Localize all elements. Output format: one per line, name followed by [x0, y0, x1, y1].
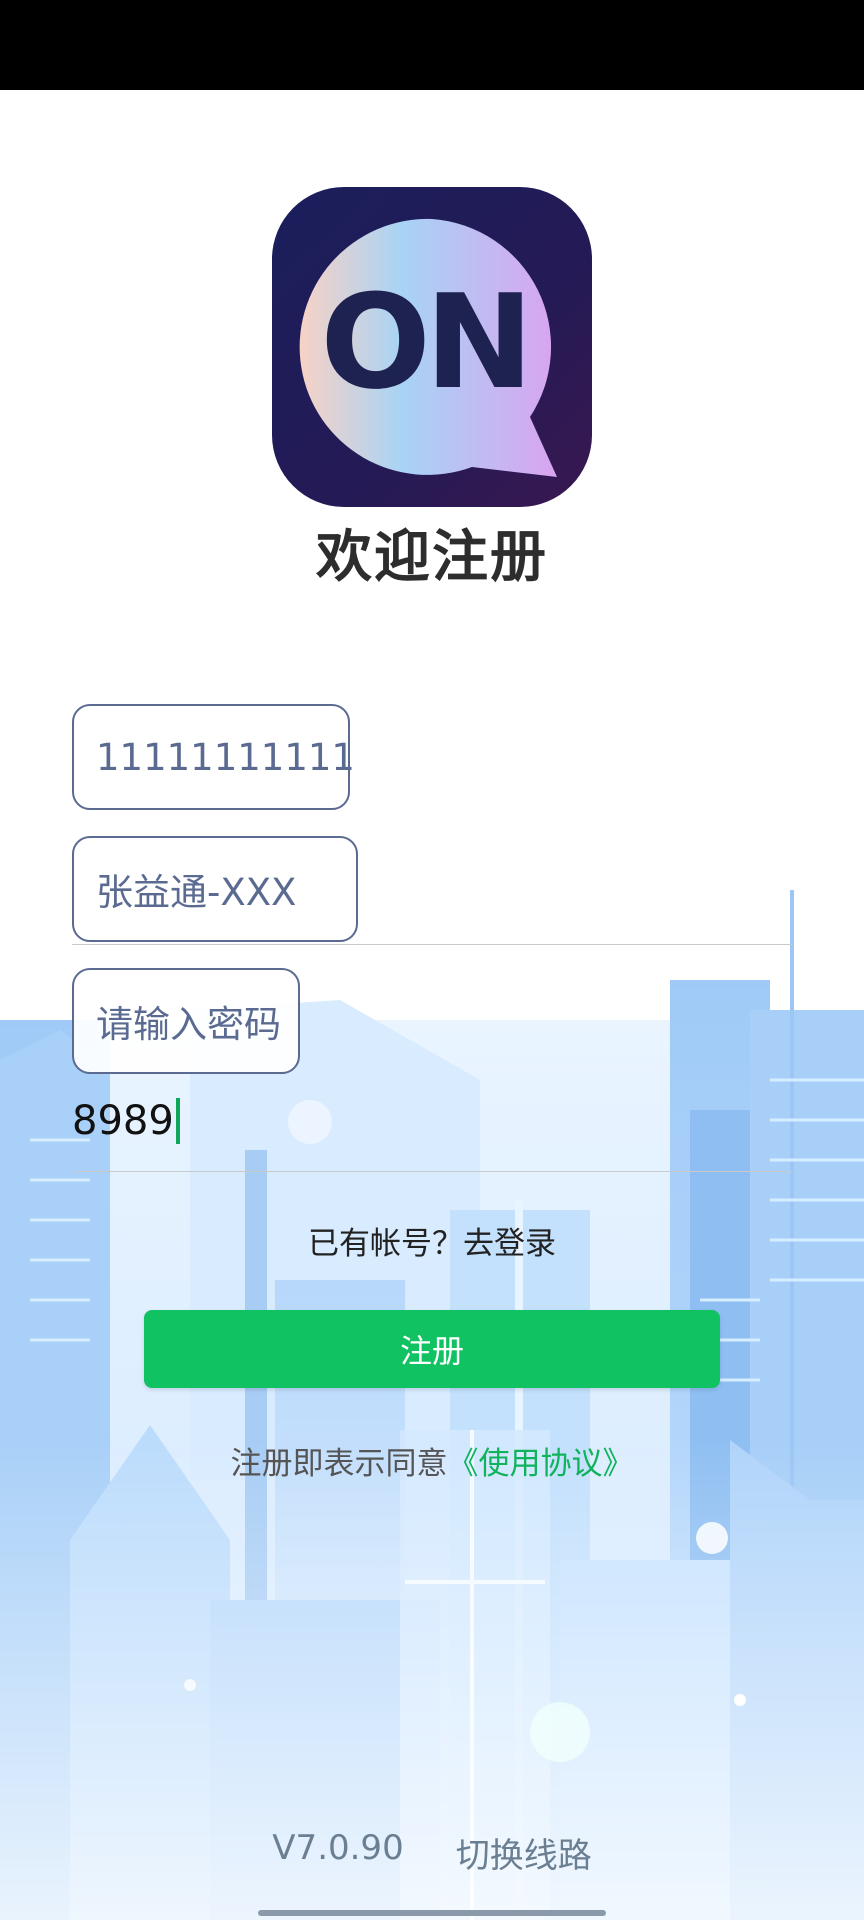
login-link[interactable]: 已有帐号？去登录 — [0, 1218, 864, 1263]
page-title: 欢迎注册 — [316, 525, 548, 590]
logo-text: ON — [320, 266, 527, 418]
switch-line-button[interactable]: 切换线路 — [456, 1828, 592, 1877]
name-field[interactable]: 张益通-XXX — [72, 836, 358, 942]
password-input[interactable]: 8989 — [72, 1098, 180, 1144]
phone-value: 11111111111 — [96, 735, 355, 779]
agreement-text: 注册即表示同意《使用协议》 — [0, 1438, 864, 1483]
typed-value: 8989 — [72, 1098, 174, 1144]
agreement-prefix: 注册即表示同意 — [230, 1446, 448, 1482]
register-button-label: 注册 — [399, 1332, 464, 1370]
password-placeholder: 请输入密码 — [96, 1003, 281, 1046]
divider — [72, 944, 792, 945]
register-button[interactable]: 注册 — [144, 1310, 720, 1388]
app-logo: ON — [272, 187, 592, 507]
text-cursor — [175, 1098, 180, 1144]
footer: V7.0.90 切换线路 — [0, 1828, 864, 1877]
status-bar — [0, 0, 864, 90]
home-indicator[interactable] — [258, 1910, 606, 1916]
input-underline — [72, 1171, 792, 1172]
terms-link[interactable]: 《使用协议》 — [448, 1446, 634, 1482]
phone-field[interactable]: 11111111111 — [72, 704, 355, 810]
version-label: V7.0.90 — [272, 1828, 404, 1868]
password-field[interactable]: 请输入密码 — [72, 968, 300, 1074]
name-value: 张益通-XXX — [96, 871, 297, 914]
